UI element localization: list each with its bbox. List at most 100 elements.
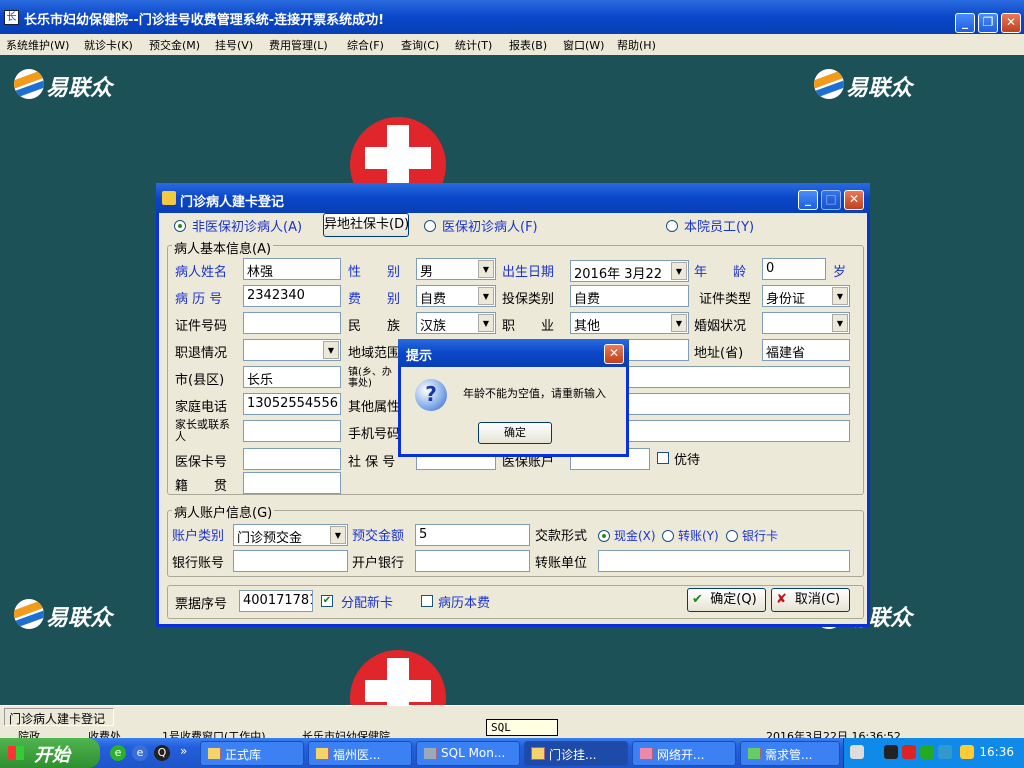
menu-prepay[interactable]: 预交金(M) (149, 37, 200, 53)
qq-icon[interactable]: Q (154, 745, 170, 761)
radio-cash-label[interactable]: 现金(X) (614, 527, 656, 544)
alert-ok-button[interactable]: 确定 (478, 422, 552, 444)
menu-register[interactable]: 挂号(V) (215, 37, 253, 53)
job-select[interactable]: 其他 ▼ (570, 312, 689, 334)
fee-select[interactable]: 自费 ▼ (416, 285, 496, 307)
marital-select[interactable]: ▼ (762, 312, 850, 334)
receipt-input[interactable]: 400171781 (239, 590, 313, 612)
transfer-unit-input[interactable] (598, 550, 850, 572)
menu-general[interactable]: 综合(F) (347, 37, 384, 53)
task-item[interactable]: 正式库 (200, 741, 304, 766)
minimize-button[interactable]: _ (955, 13, 975, 33)
radio-transfer-label[interactable]: 转账(Y) (678, 527, 719, 544)
remote-card-button[interactable]: 异地社保卡(D) (323, 213, 409, 237)
volume-icon[interactable] (960, 745, 974, 759)
record-label: 病 历 号 (175, 292, 223, 307)
record-input[interactable]: 2342340 (243, 285, 341, 307)
ie-icon[interactable]: e (110, 745, 126, 761)
ins-card-label: 医保卡号 (175, 455, 228, 470)
radio-ins[interactable] (424, 220, 436, 232)
dialog-maximize-button: □ (821, 190, 841, 210)
ins-type-input[interactable]: 自费 (570, 285, 689, 307)
task-item[interactable]: 网络开... (632, 741, 736, 766)
menu-report[interactable]: 报表(B) (509, 37, 547, 53)
new-card-label[interactable]: 分配新卡 (341, 592, 393, 611)
clock[interactable]: 16:36 (979, 745, 1014, 759)
account-info-title: 病人账户信息(G) (172, 502, 275, 521)
radio-cash[interactable] (598, 530, 610, 542)
guardian-input[interactable] (243, 420, 341, 442)
id-type-select[interactable]: 身份证 ▼ (762, 285, 850, 307)
radio-staff-label[interactable]: 本院员工(Y) (684, 216, 754, 235)
menu-window[interactable]: 窗口(W) (563, 37, 604, 53)
qq-tray-icon[interactable] (884, 745, 898, 759)
phone-label: 家庭电话 (175, 400, 228, 415)
receipt-label: 票据序号 (175, 597, 228, 612)
radio-nonins-label[interactable]: 非医保初诊病人(A) (192, 216, 302, 235)
radio-staff[interactable] (666, 220, 678, 232)
menu-system[interactable]: 系统维护(W) (6, 37, 69, 53)
radio-transfer[interactable] (662, 530, 674, 542)
cancel-button[interactable]: ✘ 取消(C) (771, 588, 850, 612)
new-card-checkbox[interactable]: ✔ (321, 595, 333, 607)
chevron-down-icon: ▼ (330, 526, 346, 544)
record-fee-label[interactable]: 病历本费 (438, 592, 490, 611)
record-fee-checkbox[interactable] (421, 595, 433, 607)
shield-icon[interactable] (920, 745, 934, 759)
menu-card[interactable]: 就诊卡(K) (84, 37, 133, 53)
fee-label: 费 别 (348, 292, 401, 307)
native-label: 籍 贯 (175, 479, 228, 494)
menu-fee[interactable]: 费用管理(L) (269, 37, 328, 53)
other-attr-input[interactable] (625, 393, 850, 415)
age-input[interactable]: 0 (762, 258, 826, 280)
bank-acct-input[interactable] (233, 550, 348, 572)
name-input[interactable]: 林强 (243, 258, 341, 280)
radio-nonins[interactable] (174, 220, 186, 232)
alert-close-button[interactable]: ✕ (604, 344, 624, 364)
town-input[interactable] (625, 366, 850, 388)
phone-input[interactable]: 13052554556 (243, 393, 341, 415)
province-input[interactable]: 福建省 (762, 339, 850, 361)
acct-type-select[interactable]: 门诊预交金 ▼ (233, 524, 348, 546)
retire-label: 职退情况 (175, 346, 228, 361)
ins-card-input[interactable] (243, 448, 341, 470)
dob-picker[interactable]: 2016年 3月22 ▼ (570, 260, 689, 282)
vip-label[interactable]: 优待 (674, 449, 700, 468)
radio-bank[interactable] (726, 530, 738, 542)
task-item[interactable]: 福州医... (308, 741, 412, 766)
city-input[interactable]: 长乐 (243, 366, 341, 388)
bank-name-input[interactable] (415, 550, 530, 572)
network-icon[interactable] (938, 745, 952, 759)
native-input[interactable] (243, 472, 341, 494)
dialog-close-button[interactable]: ✕ (844, 190, 864, 210)
close-button[interactable]: ✕ (1001, 13, 1021, 33)
browser-icon[interactable]: e (132, 745, 148, 761)
keyboard-icon[interactable] (850, 745, 864, 759)
ethnic-select[interactable]: 汉族 ▼ (416, 312, 496, 334)
id-no-label: 证件号码 (175, 319, 228, 334)
maximize-button[interactable]: ❐ (978, 13, 998, 33)
radio-ins-label[interactable]: 医保初诊病人(F) (442, 216, 538, 235)
stop-icon[interactable] (902, 745, 916, 759)
start-button[interactable]: 开始 (0, 738, 100, 768)
menu-query[interactable]: 查询(C) (401, 37, 439, 53)
alert-titlebar: 提示 ✕ (398, 339, 629, 367)
id-no-input[interactable] (243, 312, 341, 334)
logo: 易联众 (814, 65, 924, 105)
sex-select[interactable]: 男 ▼ (416, 258, 496, 280)
menu-stats[interactable]: 统计(T) (455, 37, 492, 53)
prepay-input[interactable]: 5 (415, 524, 530, 546)
vip-checkbox[interactable] (657, 452, 669, 464)
ok-button[interactable]: ✔ 确定(Q) (687, 588, 766, 612)
mobile-input[interactable] (625, 420, 850, 442)
task-item[interactable]: SQL Mon... (416, 741, 520, 766)
menu-help[interactable]: 帮助(H) (617, 37, 656, 53)
chevron-more-icon[interactable]: » (180, 744, 187, 758)
basic-info-title: 病人基本信息(A) (172, 238, 274, 257)
task-item[interactable]: 需求管... (740, 741, 840, 766)
social-label: 社 保 号 (348, 455, 396, 470)
task-item-active[interactable]: 门诊挂... (524, 741, 628, 766)
retire-select[interactable]: ▼ (243, 339, 341, 361)
dialog-minimize-button[interactable]: _ (798, 190, 818, 210)
radio-bank-label[interactable]: 银行卡 (742, 527, 778, 544)
